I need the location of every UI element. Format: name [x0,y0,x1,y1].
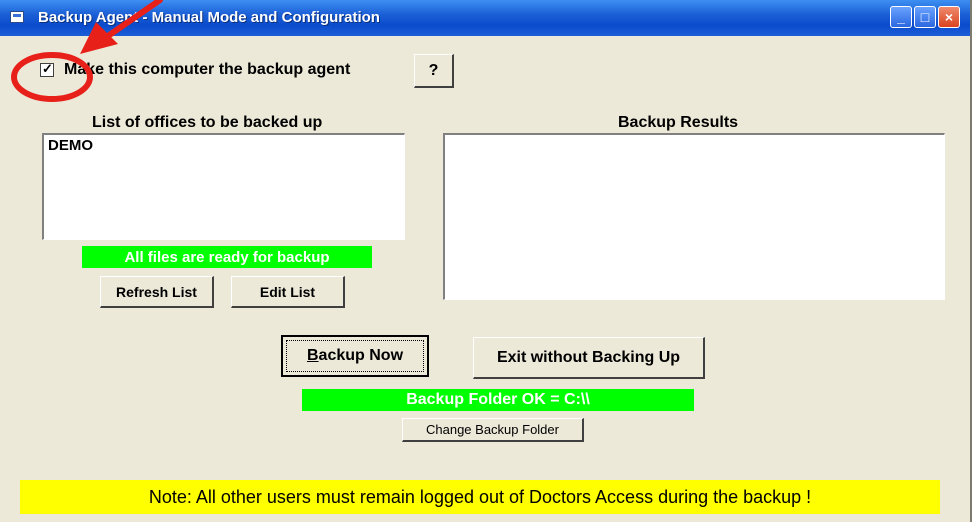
arrow-head-icon [80,22,118,54]
annotation-overlay [11,0,163,102]
arrow-shaft [105,0,163,39]
highlight-circle [11,52,93,102]
